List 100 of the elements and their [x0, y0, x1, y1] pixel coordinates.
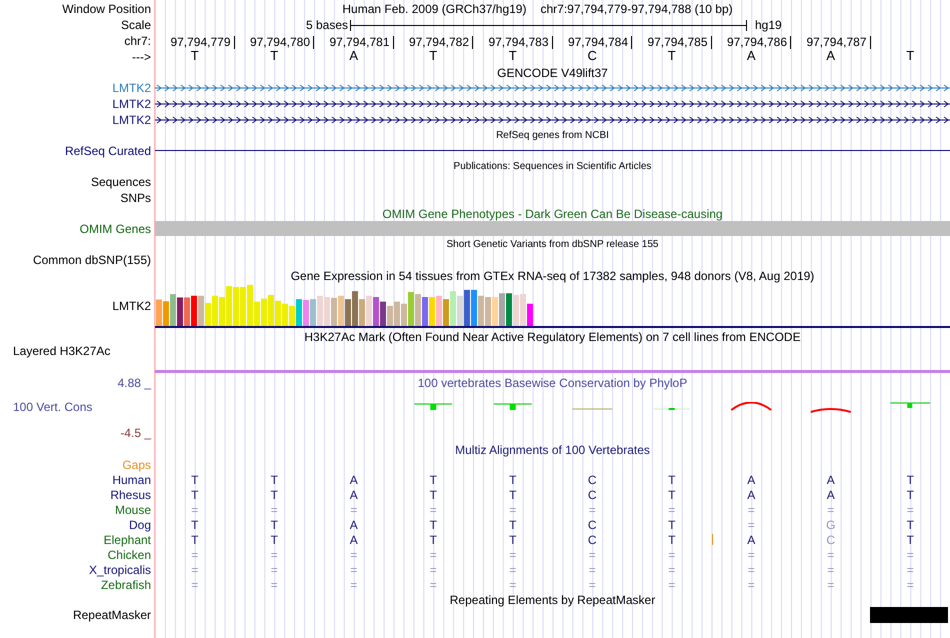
base-letter: = — [509, 548, 516, 562]
base-letter: T — [270, 472, 278, 486]
species-label[interactable]: Elephant — [104, 532, 151, 546]
position-label: 97,794,781 — [329, 36, 390, 49]
species-label[interactable]: Human — [112, 472, 151, 486]
base-letter: C — [588, 532, 597, 546]
base-letter: T — [668, 488, 676, 502]
position-label: 97,794,780 — [250, 36, 310, 49]
track-title: Publications: Sequences in Scientific Articles — [454, 160, 652, 174]
base-letter: = — [748, 578, 755, 592]
position-text: chr7:97,794,779-97,794,788 (10 bp) — [540, 0, 733, 18]
base-letter: = — [350, 562, 358, 576]
base-letter: T — [668, 518, 676, 532]
base-letter: = — [509, 562, 516, 576]
base-letter: = — [191, 578, 198, 592]
base-letter: = — [430, 548, 437, 562]
base-letter: T — [430, 532, 437, 546]
base-letter: T — [191, 532, 198, 546]
base-letter: C — [588, 49, 597, 63]
base-letter: = — [350, 548, 358, 562]
base-letter: = — [350, 578, 358, 592]
base-letter: = — [748, 518, 755, 532]
position-label: 97,794,784 — [568, 36, 628, 49]
base-letter: = — [748, 562, 755, 576]
track-label[interactable]: LMTK2 — [112, 97, 151, 111]
track-title: GENCODE V49lift37 — [497, 66, 608, 80]
species-label[interactable]: Chicken — [108, 548, 151, 562]
track-label[interactable]: Scale — [120, 18, 151, 32]
track-title: OMIM Gene Phenotypes - Dark Green Can Be Disease-causing — [382, 206, 723, 220]
base-letter: = — [827, 502, 834, 516]
track-title: H3K27Ac Mark (Often Found Near Active Regulatory Elements) on 7 cell lines from ENCODE — [304, 330, 801, 344]
base-letter: = — [430, 578, 437, 592]
base-letter: A — [747, 532, 756, 546]
base-letter: = — [588, 548, 596, 562]
base-letter: T — [509, 488, 516, 502]
base-letter: T — [270, 532, 278, 546]
species-label[interactable]: Dog — [128, 518, 151, 532]
track-label[interactable]: Layered H3K27Ac — [13, 344, 110, 358]
base-letter: T — [430, 472, 437, 486]
base-letter: A — [349, 49, 358, 63]
base-letter: T — [429, 49, 438, 63]
track-label[interactable]: LMTK2 — [112, 81, 151, 95]
base-letter: = — [906, 548, 914, 562]
track-label[interactable]: RepeatMasker — [72, 608, 151, 622]
base-letter: A — [350, 532, 358, 546]
base-letter: A — [350, 472, 358, 486]
base-letter: = — [588, 502, 596, 516]
track-label[interactable]: LMTK2 — [112, 113, 151, 127]
base-letter: T — [270, 488, 278, 502]
track-label[interactable]: 100 Vert. Cons — [0, 400, 151, 414]
base-letter: T — [191, 488, 198, 502]
base-letter: = — [827, 548, 834, 562]
base-letter: T — [668, 472, 676, 486]
track-label[interactable]: chr7: — [124, 34, 151, 48]
track-title: Multiz Alignments of 100 Vertebrates — [455, 442, 650, 456]
track-label[interactable]: OMIM Genes — [80, 222, 151, 236]
base-letter: A — [826, 488, 835, 502]
base-letter: = — [827, 578, 834, 592]
species-label[interactable]: X_tropicalis — [88, 562, 151, 576]
base-letter: = — [509, 578, 516, 592]
track-label[interactable]: SNPs — [120, 191, 151, 205]
axis-max-label: 4.88 _ — [118, 376, 151, 390]
base-letter: T — [191, 472, 198, 486]
base-letter: T — [509, 518, 516, 532]
base-letter: = — [270, 562, 278, 576]
base-letter: = — [270, 578, 278, 592]
base-letter: T — [508, 49, 517, 63]
base-letter: = — [668, 578, 676, 592]
assembly-label: hg19 — [755, 17, 782, 34]
base-letter: T — [430, 518, 437, 532]
base-letter: A — [747, 488, 756, 502]
species-label[interactable]: Zebrafish — [100, 578, 151, 592]
species-label[interactable]: Rhesus — [110, 488, 151, 502]
base-letter: T — [906, 532, 914, 546]
base-letter: = — [588, 562, 596, 576]
position-label: 97,794,786 — [726, 36, 787, 49]
track-label[interactable]: LMTK2 — [112, 299, 151, 313]
axis-min-label: -4.5 _ — [120, 426, 151, 440]
track-title: RefSeq genes from NCBI — [496, 128, 609, 142]
position-label: 97,794,787 — [806, 36, 866, 49]
base-letter: = — [906, 502, 914, 516]
track-label[interactable]: Window Position — [62, 2, 151, 16]
track-label[interactable]: ---> — [132, 50, 151, 64]
base-letter: = — [191, 562, 198, 576]
base-letter: = — [270, 548, 278, 562]
assembly-title: Human Feb. 2009 (GRCh37/hg19) — [342, 0, 526, 18]
base-letter: T — [906, 472, 914, 486]
base-letter: T — [509, 532, 516, 546]
base-letter: = — [588, 578, 596, 592]
track-label[interactable]: Sequences — [90, 175, 151, 189]
track-label[interactable]: Common dbSNP(155) — [32, 253, 151, 267]
base-letter: C — [588, 488, 597, 502]
track-title: 100 vertebrates Basewise Conservation by PhyloP — [418, 376, 688, 392]
track-label[interactable]: RefSeq Curated — [64, 144, 151, 158]
base-letter: = — [668, 502, 676, 516]
species-label[interactable]: Mouse — [114, 502, 151, 516]
base-letter: C — [588, 518, 597, 532]
track-title: Short Genetic Variants from dbSNP release 155 — [446, 238, 658, 252]
track-title: Gene Expression in 54 tissues from GTEx RNA-seq of 17382 samples, 948 donors (V8, Aug 2019) — [290, 268, 814, 282]
base-letter: = — [668, 548, 676, 562]
